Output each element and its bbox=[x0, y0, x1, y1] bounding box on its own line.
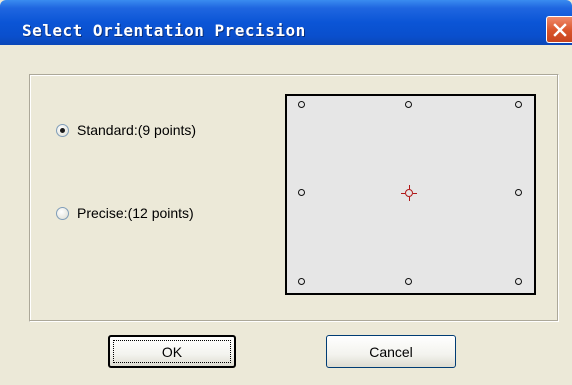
calibration-point-bottom-center bbox=[405, 278, 412, 285]
ok-button-label: OK bbox=[161, 343, 183, 360]
calibration-point-bottom-right bbox=[515, 278, 522, 285]
calibration-point-top-left bbox=[298, 101, 305, 108]
orientation-preview bbox=[285, 94, 536, 295]
cancel-button-label: Cancel bbox=[369, 343, 413, 360]
radio-label-standard[interactable]: Standard:(9 points) bbox=[77, 121, 196, 139]
calibration-point-middle-left bbox=[298, 189, 305, 196]
calibration-point-top-center bbox=[405, 101, 412, 108]
close-icon bbox=[553, 23, 567, 37]
center-tick-left bbox=[401, 192, 405, 194]
window-title: Select Orientation Precision bbox=[22, 21, 306, 40]
title-bar[interactable]: Select Orientation Precision bbox=[0, 0, 572, 45]
radio-precise[interactable]: Precise:(12 points) bbox=[56, 204, 194, 222]
center-tick-right bbox=[413, 192, 417, 194]
calibration-point-middle-right bbox=[515, 189, 522, 196]
ok-button[interactable]: OK bbox=[108, 335, 236, 368]
calibration-point-bottom-left bbox=[298, 278, 305, 285]
radio-selected-dot bbox=[60, 127, 65, 133]
radio-button-standard[interactable] bbox=[56, 123, 69, 137]
calibration-point-top-right bbox=[515, 101, 522, 108]
center-tick-top bbox=[408, 185, 410, 189]
center-tick-bottom bbox=[408, 197, 410, 201]
close-button[interactable] bbox=[546, 16, 572, 43]
cancel-button[interactable]: Cancel bbox=[326, 335, 456, 368]
radio-label-precise[interactable]: Precise:(12 points) bbox=[77, 204, 194, 222]
radio-standard[interactable]: Standard:(9 points) bbox=[56, 121, 196, 139]
radio-button-precise[interactable] bbox=[56, 206, 69, 220]
calibration-point-center bbox=[401, 185, 417, 201]
